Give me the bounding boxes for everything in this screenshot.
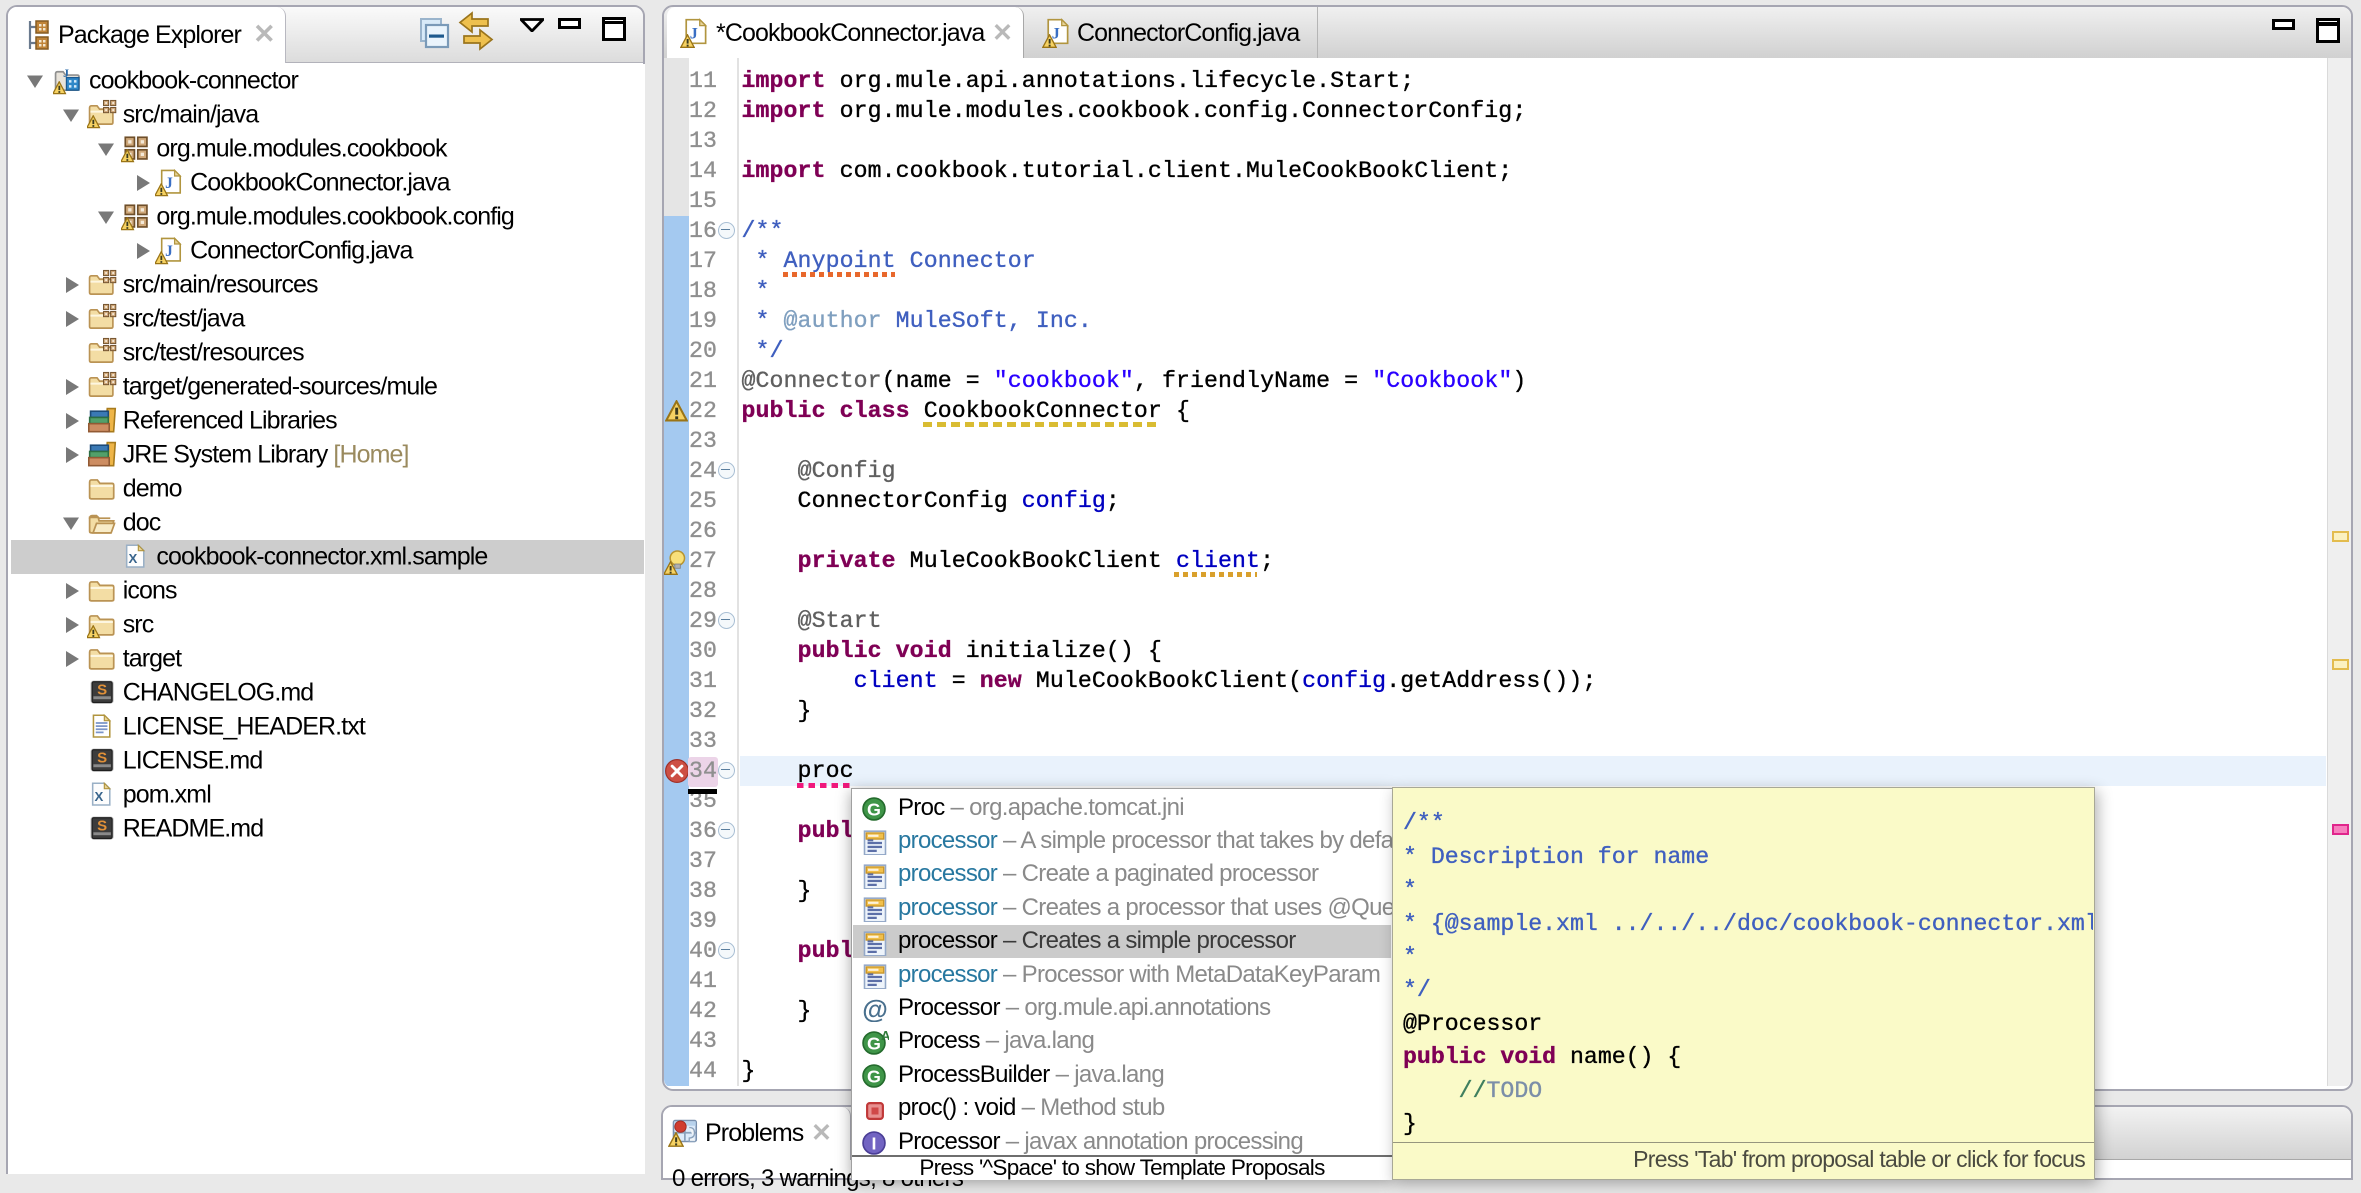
svg-text:A: A (881, 1028, 889, 1043)
